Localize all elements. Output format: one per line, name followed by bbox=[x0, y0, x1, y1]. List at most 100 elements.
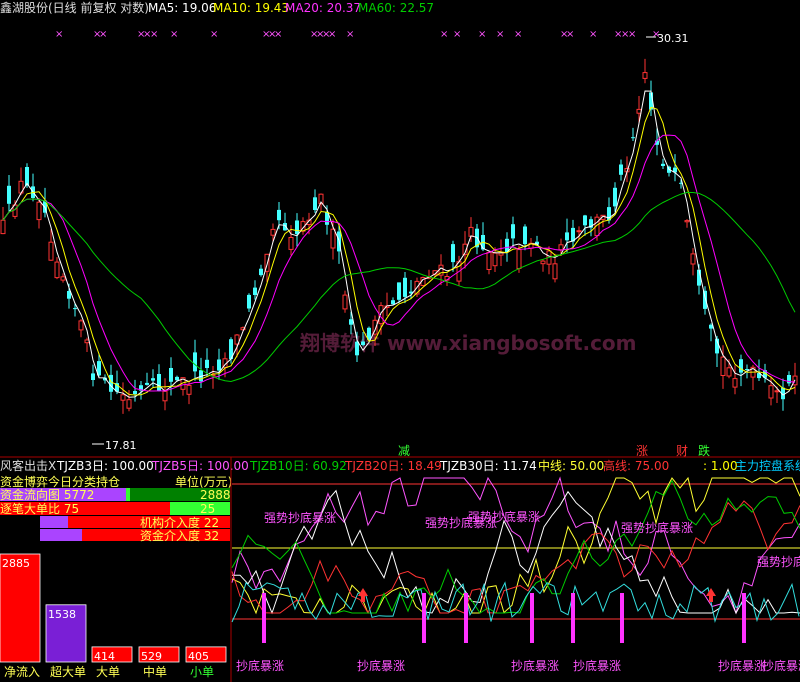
x-marker: × bbox=[440, 29, 448, 40]
bottom-label-4: 抄底暴涨 bbox=[573, 658, 621, 673]
candle-body bbox=[247, 294, 251, 309]
indicator-name: 风客出击X bbox=[0, 458, 56, 473]
strong-label-3: 强势抄底暴涨 bbox=[468, 509, 540, 524]
candle-body bbox=[355, 341, 359, 356]
candle-body bbox=[720, 356, 726, 377]
highline-label: 高线: 75.00 bbox=[603, 458, 669, 473]
event-zhang: 涨 bbox=[636, 443, 648, 458]
candle-body bbox=[636, 108, 642, 114]
tjzb3-label: TJZB3日: 100.00 bbox=[56, 459, 154, 473]
candle-body bbox=[486, 251, 492, 270]
inst-bar-fill bbox=[40, 516, 68, 528]
x-marker: × bbox=[514, 29, 522, 40]
stock-title: 鑫湖股份(日线 前复权 对数) bbox=[0, 0, 149, 15]
candle-body bbox=[391, 300, 395, 305]
candle-body bbox=[492, 252, 498, 267]
candle-body bbox=[126, 399, 132, 409]
candle-body bbox=[361, 341, 365, 345]
candle-body bbox=[516, 249, 522, 270]
fund-bar-label: 中单 bbox=[143, 664, 167, 679]
ratio-label: : 1.00 bbox=[703, 459, 738, 473]
ma60-label: MA60: 22.57 bbox=[358, 1, 434, 15]
signal-bar bbox=[262, 593, 266, 643]
candle-body bbox=[397, 282, 401, 300]
candle-body bbox=[145, 382, 149, 385]
x-marker: × bbox=[453, 29, 461, 40]
candle-body bbox=[330, 228, 336, 249]
bottom-label-1: 抄底暴涨 bbox=[236, 658, 284, 673]
x-marker: × bbox=[328, 29, 336, 40]
fund-bar-label: 超大单 bbox=[50, 664, 86, 679]
signal-bar bbox=[620, 593, 624, 643]
fund-bar-value: 414 bbox=[94, 650, 115, 663]
candle-body bbox=[162, 390, 168, 402]
high-price-label: 30.31 bbox=[657, 32, 689, 45]
capital-bar-fill bbox=[40, 529, 82, 541]
candle-body bbox=[73, 308, 77, 310]
candle-body bbox=[661, 163, 665, 166]
candle-body bbox=[552, 263, 558, 280]
candle-body bbox=[468, 226, 474, 237]
bottom-label-5: 抄底暴涨 bbox=[718, 658, 766, 673]
candle-body bbox=[253, 287, 257, 295]
watermark: 翔博软件 www.xiangbosoft.com bbox=[299, 331, 637, 355]
candle-body bbox=[540, 260, 546, 265]
chart-window: 鑫湖股份(日线 前复权 对数) MA5: 19.06 MA10: 19.43 M… bbox=[0, 0, 800, 682]
candle-body bbox=[205, 359, 209, 368]
x-marker: × bbox=[150, 29, 158, 40]
x-marker: × bbox=[566, 29, 574, 40]
midline-label: 中线: 50.00 bbox=[538, 458, 604, 473]
candle-body bbox=[642, 72, 648, 79]
fund-bar-value: 1538 bbox=[48, 608, 76, 621]
tjzb10-label: TJZB10日: 60.92 bbox=[249, 459, 347, 473]
candle-body bbox=[54, 261, 60, 279]
candle-body bbox=[739, 359, 743, 373]
bigorder-label: 逐笔大单比 75 bbox=[0, 501, 79, 516]
candle-body bbox=[36, 201, 42, 221]
strong-label-1: 强势抄底暴涨 bbox=[264, 510, 336, 525]
event-die: 跌 bbox=[698, 443, 710, 458]
strong-label-5: 强势抄底暴涨 bbox=[757, 554, 800, 569]
candle-body bbox=[565, 232, 569, 241]
candle-body bbox=[217, 359, 221, 371]
candle-body bbox=[0, 219, 6, 235]
candle-body bbox=[732, 378, 738, 388]
candle-body bbox=[451, 244, 455, 263]
fund-panel-title: 资金博弈今日分类持仓 bbox=[0, 474, 120, 489]
signal-bar bbox=[571, 593, 575, 643]
candle-body bbox=[619, 164, 623, 175]
x-marker: × bbox=[589, 29, 597, 40]
candle-body bbox=[186, 384, 192, 395]
event-jian: 减 bbox=[398, 444, 410, 458]
candle-body bbox=[169, 368, 173, 382]
candle-body bbox=[768, 385, 774, 399]
signal-bar bbox=[422, 593, 426, 643]
candle-body bbox=[558, 244, 564, 251]
signal-bar bbox=[530, 593, 534, 643]
bottom-label-6: 抄底暴涨 bbox=[762, 658, 800, 673]
tjzb30-label: TJZB30日: 11.74 bbox=[439, 459, 537, 473]
fund-bar-value: 405 bbox=[188, 650, 209, 663]
x-marker: × bbox=[55, 29, 63, 40]
candle-body bbox=[511, 224, 515, 239]
signal-bar bbox=[742, 593, 746, 643]
fund-bar-value: 2885 bbox=[2, 557, 30, 570]
candle-body bbox=[78, 320, 84, 331]
candle-body bbox=[277, 209, 281, 221]
candle-body bbox=[288, 237, 294, 250]
system-name: 主力控盘系统 bbox=[735, 458, 800, 473]
bottom-label-2: 抄底暴涨 bbox=[357, 658, 405, 673]
candle-body bbox=[726, 367, 732, 377]
bigorder-value: 25 bbox=[200, 502, 215, 516]
x-marker: × bbox=[99, 29, 107, 40]
candle-body bbox=[583, 215, 587, 226]
candle-body bbox=[84, 339, 90, 344]
candle-body bbox=[403, 277, 407, 297]
low-price-label: 17.81 bbox=[105, 439, 137, 452]
candle-body bbox=[151, 378, 155, 381]
inst-degree-label: 机构介入度 22 bbox=[140, 515, 219, 530]
fund-panel: 资金博弈今日分类持仓 单位(万元) 资金流向图 5772 2888 逐笔大单比 … bbox=[0, 474, 232, 682]
capital-degree-label: 资金介入度 32 bbox=[140, 528, 219, 543]
candle-body bbox=[690, 253, 696, 265]
flow-label: 资金流向图 5772 bbox=[0, 487, 94, 502]
